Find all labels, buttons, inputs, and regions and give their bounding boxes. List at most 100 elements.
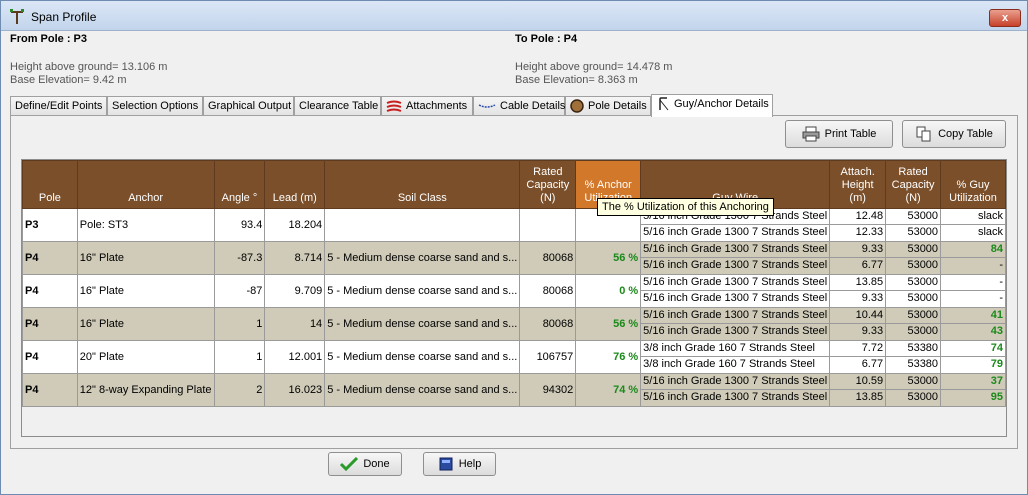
cell-guy-utilization[interactable]: 43 (942, 324, 1005, 340)
cell-soil-class[interactable]: 5 - Medium dense coarse sand and s... (324, 373, 521, 407)
tab-define-edit-points[interactable]: Define/Edit Points (10, 96, 107, 116)
cell-guy-wire[interactable]: 5/16 inch Grade 1300 7 Strands Steel (642, 225, 829, 241)
cell-guy-utilization[interactable]: 95 (942, 390, 1005, 406)
cell-rated-capacity[interactable]: 106757 (519, 340, 577, 374)
help-button[interactable]: Help (423, 452, 496, 476)
cell-lead[interactable]: 14 (264, 307, 326, 341)
cell-guy-wire[interactable]: 5/16 inch Grade 1300 7 Strands Steel (642, 324, 829, 340)
cell-angle[interactable]: 1 (213, 307, 266, 341)
col-header-guy-utilization[interactable]: % Guy Utilization (940, 160, 1006, 209)
cell-angle[interactable]: -87 (213, 274, 266, 308)
tab-clearance-table[interactable]: Clearance Table (294, 96, 381, 116)
cell-attach-height[interactable]: 10.59 (830, 375, 885, 390)
cell-attach-height[interactable]: 10.44 (830, 309, 885, 324)
cell-guy-rated-capacity[interactable]: 53000 (886, 375, 940, 390)
cell-guy-utilization[interactable]: - (942, 258, 1005, 274)
table-row[interactable]: P4 20" Plate 1 12.001 5 - Medium dense coars… (22, 340, 1006, 374)
cell-guy-wire[interactable]: 5/16 inch Grade 1300 7 Strands Steel (642, 390, 829, 406)
cell-pole[interactable]: P4 (22, 340, 78, 374)
tab-selection-options[interactable]: Selection Options (107, 96, 203, 116)
cell-anchor-utilization[interactable]: 56 % (575, 241, 642, 275)
cell-soil-class[interactable]: 5 - Medium dense coarse sand and s... (324, 241, 521, 275)
table-row[interactable]: P4 16" Plate -87 9.709 5 - Medium dense coar… (22, 274, 1006, 308)
col-header-lead[interactable]: Lead (m) (264, 160, 326, 209)
cell-lead[interactable]: 16.023 (264, 373, 326, 407)
cell-soil-class[interactable] (324, 208, 521, 242)
cell-anchor-utilization[interactable]: 0 % (575, 274, 642, 308)
print-table-button[interactable]: Print Table (785, 120, 893, 148)
cell-guy-wire[interactable]: 5/16 inch Grade 1300 7 Strands Steel (641, 309, 829, 324)
col-header-angle[interactable]: Angle ° (213, 160, 266, 209)
cell-angle[interactable]: 1 (213, 340, 266, 374)
cell-anchor-utilization[interactable]: 56 % (575, 307, 642, 341)
cell-attach-height[interactable]: 9.33 (831, 291, 885, 307)
cell-rated-capacity[interactable]: 94302 (519, 373, 577, 407)
cell-guy-rated-capacity[interactable]: 53380 (886, 342, 940, 357)
table-row[interactable]: P4 16" Plate -87.3 8.714 5 - Medium dense co… (22, 241, 1006, 275)
cell-anchor-utilization[interactable]: 74 % (575, 373, 642, 407)
cell-guy-rated-capacity[interactable]: 53000 (886, 243, 940, 258)
close-button[interactable]: x (989, 9, 1021, 27)
tab-graphical-output[interactable]: Graphical Output (203, 96, 294, 116)
title-bar[interactable]: Span Profile x (1, 1, 1027, 31)
cell-anchor[interactable]: 16" Plate (76, 241, 215, 275)
cell-pole[interactable]: P4 (22, 274, 78, 308)
tab-guy-anchor-details[interactable]: Guy/Anchor Details (651, 94, 773, 117)
cell-anchor[interactable]: 16" Plate (76, 307, 215, 341)
cell-lead[interactable]: 9.709 (264, 274, 326, 308)
col-header-anchor[interactable]: Anchor (76, 160, 215, 209)
tab-pole-details[interactable]: Pole Details (565, 96, 651, 116)
cell-guy-rated-capacity[interactable]: 53000 (887, 291, 940, 307)
cell-attach-height[interactable]: 6.77 (831, 258, 885, 274)
done-button[interactable]: Done (328, 452, 402, 476)
copy-table-button[interactable]: Copy Table (902, 120, 1006, 148)
cell-guy-utilization[interactable]: slack (942, 225, 1005, 241)
tab-cable-details[interactable]: Cable Details (473, 96, 565, 116)
cell-attach-height[interactable]: 12.48 (830, 210, 885, 225)
cell-anchor[interactable]: 12" 8-way Expanding Plate (76, 373, 215, 407)
cell-pole[interactable]: P4 (22, 373, 78, 407)
cell-guy-utilization[interactable]: 79 (942, 357, 1005, 373)
cell-guy-wire[interactable]: 3/8 inch Grade 160 7 Strands Steel (642, 357, 829, 373)
cell-attach-height[interactable]: 12.33 (831, 225, 885, 241)
tab-attachments[interactable]: Attachments (381, 96, 473, 116)
cell-guy-rated-capacity[interactable]: 53000 (887, 258, 940, 274)
table-row[interactable]: P4 16" Plate 1 14 5 - Medium dense coarse sa… (22, 307, 1006, 341)
cell-guy-rated-capacity[interactable]: 53000 (887, 390, 940, 406)
col-header-attach-height[interactable]: Attach. Height (m) (829, 160, 887, 209)
cell-guy-utilization[interactable]: - (941, 276, 1005, 291)
cell-guy-utilization[interactable]: 37 (941, 375, 1005, 390)
cell-guy-utilization[interactable]: 84 (941, 243, 1005, 258)
table-row[interactable]: P3 Pole: ST3 93.4 18.204 5/16 inch Grade 130… (22, 208, 1006, 242)
cell-guy-wire[interactable]: 5/16 inch Grade 1300 7 Strands Steel (641, 276, 829, 291)
cell-lead[interactable]: 12.001 (264, 340, 326, 374)
cell-attach-height[interactable]: 9.33 (831, 324, 885, 340)
cell-guy-wire[interactable]: 5/16 inch Grade 1300 7 Strands Steel (641, 375, 829, 390)
cell-guy-wire[interactable]: 5/16 inch Grade 1300 7 Strands Steel (641, 243, 829, 258)
cell-pole[interactable]: P4 (22, 307, 78, 341)
table-row[interactable]: P4 12" 8-way Expanding Plate 2 16.023 5 - Me… (22, 373, 1006, 407)
cell-guy-utilization[interactable]: 41 (941, 309, 1005, 324)
cell-guy-utilization[interactable]: - (942, 291, 1005, 307)
cell-soil-class[interactable]: 5 - Medium dense coarse sand and s... (324, 307, 521, 341)
cell-lead[interactable]: 8.714 (264, 241, 326, 275)
cell-guy-rated-capacity[interactable]: 53000 (886, 276, 940, 291)
cell-rated-capacity[interactable]: 80068 (519, 307, 577, 341)
cell-guy-utilization[interactable]: slack (941, 210, 1005, 225)
cell-guy-wire[interactable]: 5/16 inch Grade 1300 7 Strands Steel (642, 291, 829, 307)
cell-attach-height[interactable]: 13.85 (830, 276, 885, 291)
cell-anchor[interactable]: Pole: ST3 (76, 208, 215, 242)
cell-pole[interactable]: P4 (22, 241, 78, 275)
cell-guy-rated-capacity[interactable]: 53000 (886, 309, 940, 324)
cell-soil-class[interactable]: 5 - Medium dense coarse sand and s... (324, 274, 521, 308)
cell-attach-height[interactable]: 9.33 (830, 243, 885, 258)
cell-rated-capacity[interactable] (519, 208, 577, 242)
cell-anchor[interactable]: 20" Plate (76, 340, 215, 374)
col-header-rated-capacity[interactable]: Rated Capacity (N) (519, 160, 577, 209)
col-header-soil-class[interactable]: Soil Class (324, 160, 521, 209)
cell-guy-wire[interactable]: 3/8 inch Grade 160 7 Strands Steel (641, 342, 829, 357)
cell-guy-rated-capacity[interactable]: 53000 (886, 210, 940, 225)
cell-attach-height[interactable]: 13.85 (831, 390, 885, 406)
cell-anchor[interactable]: 16" Plate (76, 274, 215, 308)
cell-guy-rated-capacity[interactable]: 53000 (887, 225, 940, 241)
